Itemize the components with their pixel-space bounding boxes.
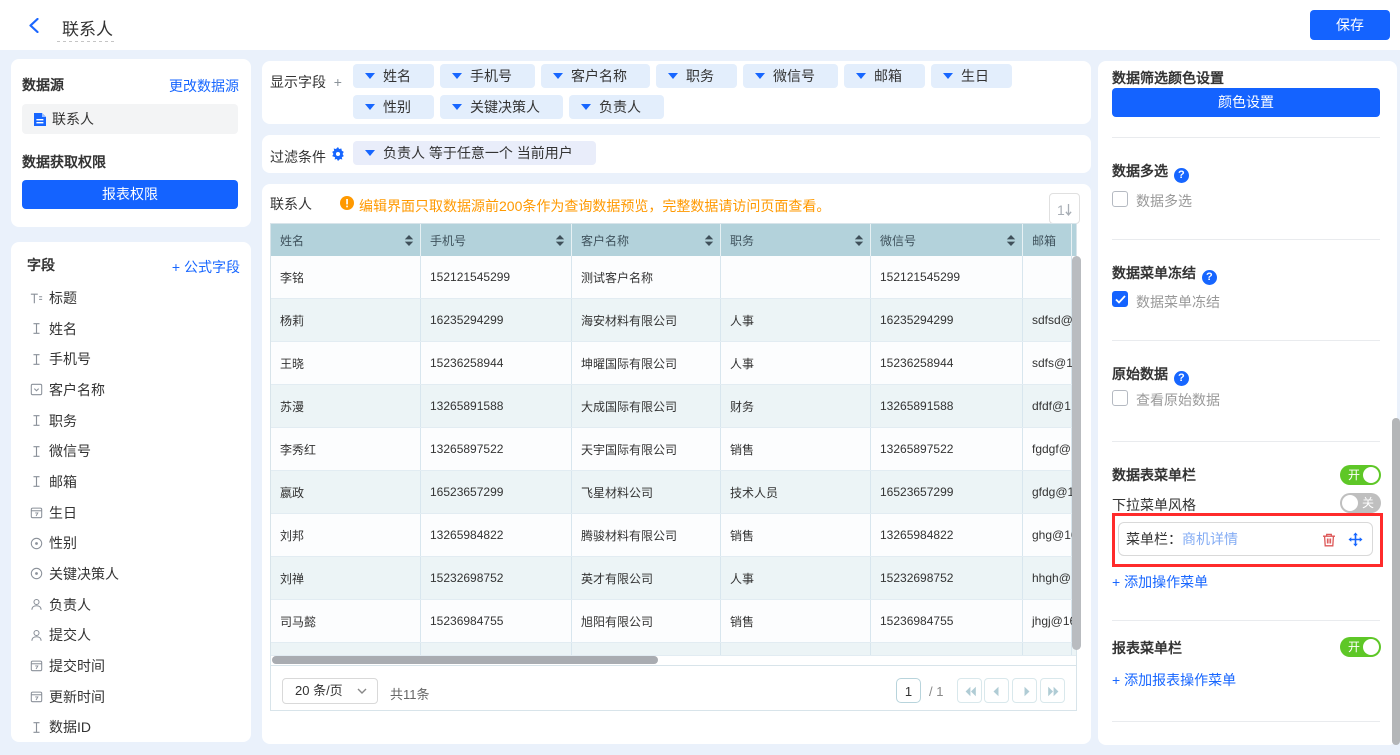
svg-text:1: 1 bbox=[1057, 202, 1065, 218]
